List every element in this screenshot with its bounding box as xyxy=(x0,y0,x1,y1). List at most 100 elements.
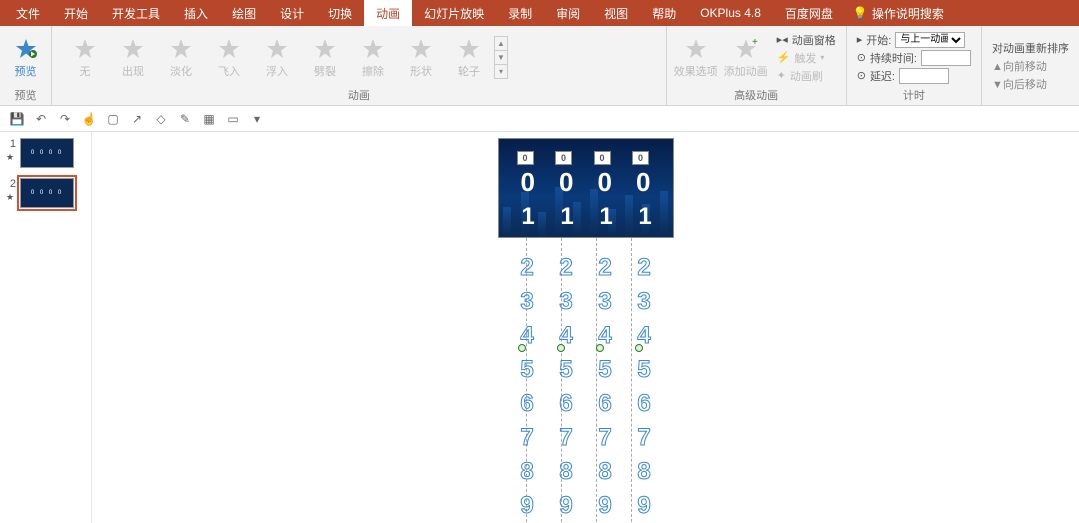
menu-tab-OKPlus 4.8[interactable]: OKPlus 4.8 xyxy=(688,0,773,26)
qat-more-icon[interactable]: ▾ xyxy=(248,110,266,128)
digit-3-0[interactable]: 3 xyxy=(520,288,533,316)
start-select[interactable]: 与上一动画... xyxy=(895,32,965,48)
digit-row-2[interactable]: 2222 xyxy=(498,254,674,282)
digit-8-2[interactable]: 8 xyxy=(598,458,611,486)
motion-anchor-icon[interactable] xyxy=(596,344,604,352)
effect-options-button[interactable]: 效果选项 xyxy=(673,37,719,79)
digit-5-2[interactable]: 5 xyxy=(598,356,611,384)
menu-tab-开始[interactable]: 开始 xyxy=(52,0,100,26)
digit-2-1[interactable]: 2 xyxy=(559,254,572,282)
digit-9-1[interactable]: 9 xyxy=(559,492,572,520)
digit-top-2[interactable]: 00 xyxy=(598,167,612,198)
digit-9-0[interactable]: 9 xyxy=(520,492,533,520)
digit-top-0[interactable]: 00 xyxy=(521,167,535,198)
qat-minimize-icon[interactable]: ▭ xyxy=(224,110,242,128)
tell-me-search[interactable]: 💡操作说明搜索 xyxy=(853,5,944,22)
digit-2-2[interactable]: 2 xyxy=(598,254,611,282)
qat-undo-icon[interactable]: ↶ xyxy=(32,110,50,128)
menu-tab-幻灯片放映[interactable]: 幻灯片放映 xyxy=(412,0,496,26)
digit-7-1[interactable]: 7 xyxy=(559,424,572,452)
trigger-button[interactable]: ⚡触发▾ xyxy=(777,50,836,66)
digit-8-1[interactable]: 8 xyxy=(559,458,572,486)
digit-row-6[interactable]: 6666 xyxy=(498,390,674,418)
animation-出现[interactable]: 出现 xyxy=(110,37,156,79)
animation-tag[interactable]: 0 xyxy=(517,151,534,165)
menu-tab-动画[interactable]: 动画 xyxy=(364,0,412,26)
digit-top-1[interactable]: 00 xyxy=(559,167,573,198)
menu-tab-切换[interactable]: 切换 xyxy=(316,0,364,26)
menu-tab-文件[interactable]: 文件 xyxy=(4,0,52,26)
digit-5-0[interactable]: 5 xyxy=(520,356,533,384)
digit-4-3[interactable]: 4 xyxy=(637,322,650,350)
digit-1-0[interactable]: 1 xyxy=(521,203,534,231)
digit-6-1[interactable]: 6 xyxy=(559,390,572,418)
digit-1-2[interactable]: 1 xyxy=(599,203,612,231)
animation-浮入[interactable]: 浮入 xyxy=(254,37,300,79)
menu-tab-开发工具[interactable]: 开发工具 xyxy=(100,0,172,26)
menu-tab-插入[interactable]: 插入 xyxy=(172,0,220,26)
digit-3-1[interactable]: 3 xyxy=(559,288,572,316)
slide-object[interactable]: 00000000 1111 22223333444455556666777788… xyxy=(498,138,674,523)
animation-tag[interactable]: 0 xyxy=(555,151,572,165)
qat-ink-icon[interactable]: ✎ xyxy=(176,110,194,128)
motion-anchor-icon[interactable] xyxy=(635,344,643,352)
digit-9-3[interactable]: 9 xyxy=(637,492,650,520)
digit-4-2[interactable]: 4 xyxy=(598,322,611,350)
background-image[interactable]: 00000000 1111 xyxy=(498,138,674,238)
menu-tab-绘图[interactable]: 绘图 xyxy=(220,0,268,26)
animation-pane-button[interactable]: ▸◂动画窗格 xyxy=(777,32,836,48)
digit-7-0[interactable]: 7 xyxy=(520,424,533,452)
animation-形状[interactable]: 形状 xyxy=(398,37,444,79)
qat-from-beginning-icon[interactable]: ▢ xyxy=(104,110,122,128)
menu-tab-视图[interactable]: 视图 xyxy=(592,0,640,26)
digit-3-3[interactable]: 3 xyxy=(637,288,650,316)
digit-1-3[interactable]: 1 xyxy=(638,203,651,231)
digit-6-2[interactable]: 6 xyxy=(598,390,611,418)
slide-thumbnail-1[interactable]: 0 0 0 0 xyxy=(20,138,74,168)
digit-7-3[interactable]: 7 xyxy=(637,424,650,452)
animation-飞入[interactable]: 飞入 xyxy=(206,37,252,79)
qat-shape-icon[interactable]: ◇ xyxy=(152,110,170,128)
digit-top-3[interactable]: 00 xyxy=(636,167,650,198)
preview-button[interactable]: 预览 xyxy=(6,37,45,79)
animation-轮子[interactable]: 轮子 xyxy=(446,37,492,79)
digit-row-1[interactable]: 1111 xyxy=(499,203,674,231)
digit-row-5[interactable]: 5555 xyxy=(498,356,674,384)
duration-input[interactable] xyxy=(921,50,971,66)
animation-劈裂[interactable]: 劈裂 xyxy=(302,37,348,79)
menu-tab-百度网盘[interactable]: 百度网盘 xyxy=(773,0,845,26)
digit-8-0[interactable]: 8 xyxy=(520,458,533,486)
digit-4-0[interactable]: 4 xyxy=(520,322,533,350)
digit-2-3[interactable]: 2 xyxy=(637,254,650,282)
digit-row-3[interactable]: 3333 xyxy=(498,288,674,316)
digit-row-4[interactable]: 4444 xyxy=(498,322,674,350)
animation-淡化[interactable]: 淡化 xyxy=(158,37,204,79)
gallery-scroll[interactable]: ▲▼▾ xyxy=(494,36,508,79)
digit-row-8[interactable]: 8888 xyxy=(498,458,674,486)
digit-7-2[interactable]: 7 xyxy=(598,424,611,452)
move-later-button[interactable]: ▼向后移动 xyxy=(992,76,1069,92)
digit-5-3[interactable]: 5 xyxy=(637,356,650,384)
menu-tab-设计[interactable]: 设计 xyxy=(268,0,316,26)
move-earlier-button[interactable]: ▲向前移动 xyxy=(992,58,1069,74)
menu-tab-审阅[interactable]: 审阅 xyxy=(544,0,592,26)
qat-arrow-icon[interactable]: ↗ xyxy=(128,110,146,128)
digit-5-1[interactable]: 5 xyxy=(559,356,572,384)
digit-4-1[interactable]: 4 xyxy=(559,322,572,350)
digit-8-3[interactable]: 8 xyxy=(637,458,650,486)
slide-thumbnail-2[interactable]: 0 0 0 0 xyxy=(20,178,74,208)
menu-tab-录制[interactable]: 录制 xyxy=(496,0,544,26)
digit-row-9[interactable]: 9999 xyxy=(498,492,674,520)
animation-无[interactable]: 无 xyxy=(62,37,108,79)
digit-6-3[interactable]: 6 xyxy=(637,390,650,418)
qat-save-icon[interactable]: 💾 xyxy=(8,110,26,128)
delay-input[interactable] xyxy=(899,68,949,84)
menu-tab-帮助[interactable]: 帮助 xyxy=(640,0,688,26)
animation-tag[interactable]: 0 xyxy=(594,151,611,165)
motion-anchor-icon[interactable] xyxy=(557,344,565,352)
digit-3-2[interactable]: 3 xyxy=(598,288,611,316)
add-animation-button[interactable]: + 添加动画 xyxy=(723,37,769,79)
digit-6-0[interactable]: 6 xyxy=(520,390,533,418)
qat-touch-icon[interactable]: ☝ xyxy=(80,110,98,128)
digit-1-1[interactable]: 1 xyxy=(560,203,573,231)
